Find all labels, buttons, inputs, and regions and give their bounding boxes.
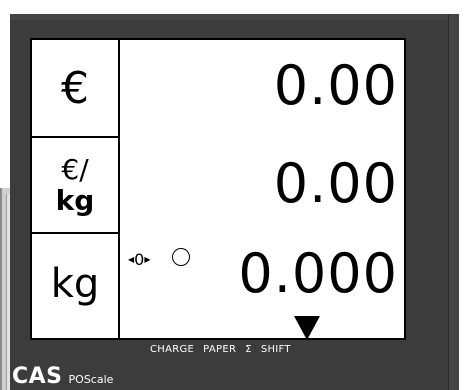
unit-price-value: 0.00 xyxy=(273,152,398,215)
scale-top-edge xyxy=(10,14,459,20)
weight-unit: kg xyxy=(50,261,100,307)
stable-circle-icon xyxy=(172,248,190,266)
price-unit-cell: € xyxy=(32,40,118,138)
unit-column: € €/ kg kg xyxy=(32,40,120,338)
brand-model: POScale xyxy=(68,373,114,386)
label-sum: Σ xyxy=(245,344,252,355)
unit-price-unit-bottom: kg xyxy=(55,184,95,217)
unit-price-unit-top: €/ xyxy=(61,153,89,186)
scale-side-edge xyxy=(448,14,459,390)
unit-price-unit-cell: €/ kg xyxy=(32,136,118,234)
zero-right-arrow-icon: ▶ xyxy=(144,255,151,264)
indicator-arrow-icon xyxy=(294,316,320,340)
label-paper: PAPER xyxy=(203,344,237,355)
indicator-labels: CHARGE PAPER Σ SHIFT xyxy=(150,344,291,355)
lcd-display: € €/ kg kg 0.00 0.00 0.000 ◀ 0 ▶ xyxy=(30,38,406,340)
label-charge: CHARGE xyxy=(150,344,195,355)
zero-indicator: ◀ 0 ▶ xyxy=(128,250,151,269)
price-value: 0.00 xyxy=(273,54,398,117)
brand-name: CAS xyxy=(12,364,63,389)
label-shift: SHIFT xyxy=(260,344,291,355)
weight-value: 0.000 xyxy=(238,242,398,305)
price-unit: € xyxy=(61,62,89,114)
brand: CAS POScale xyxy=(12,364,113,389)
scale-body: € €/ kg kg 0.00 0.00 0.000 ◀ 0 ▶ CHARGE … xyxy=(10,14,459,390)
zero-indicator-label: 0 xyxy=(134,250,145,269)
weight-unit-cell: kg xyxy=(32,232,118,336)
